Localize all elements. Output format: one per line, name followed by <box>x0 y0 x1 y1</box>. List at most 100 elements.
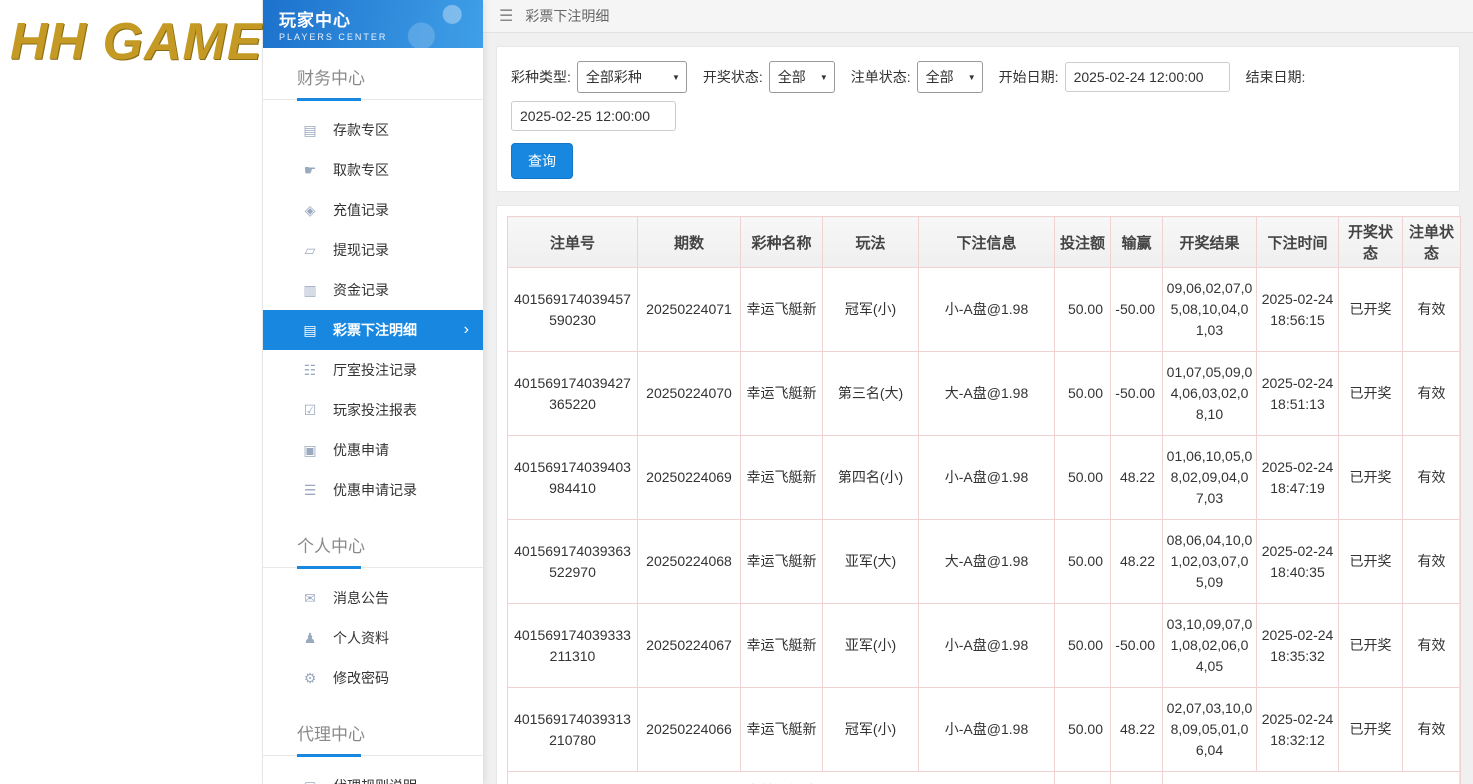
sidebar-item-label: 消息公告 <box>333 588 389 608</box>
cell-bet-info: 小-A盘@1.98 <box>919 604 1055 688</box>
sidebar-item-lottery-bet-details[interactable]: ▤ 彩票下注明细 › <box>263 310 483 350</box>
section-title-agent: 代理中心 <box>263 704 483 756</box>
cell-bet-no: 401569174039313210780 <box>508 688 638 772</box>
sidebar-item-label: 取款专区 <box>333 160 389 180</box>
cell-amount: 50.00 <box>1055 352 1111 436</box>
th-draw-status: 开奖状态 <box>1339 217 1403 268</box>
cell-result: 09,06,02,07,05,08,10,04,01,03 <box>1163 268 1257 352</box>
sidebar-item-label: 资金记录 <box>333 280 389 300</box>
cell-result: 08,06,04,10,01,02,03,07,05,09 <box>1163 520 1257 604</box>
th-bet-info: 下注信息 <box>919 217 1055 268</box>
section-title-personal: 个人中心 <box>263 516 483 568</box>
main-content: ☰ 彩票下注明细 彩种类型: 全部彩种 ▼ 开奖状态: 全部 ▼ 注单状态: <box>483 0 1473 784</box>
cell-draw-status: 已开奖 <box>1339 604 1403 688</box>
cell-bet-time: 2025-02-24 18:51:13 <box>1257 352 1339 436</box>
th-amount: 投注额 <box>1055 217 1111 268</box>
cell-bet-status: 有效 <box>1403 352 1461 436</box>
th-win-loss: 输赢 <box>1111 217 1163 268</box>
th-play: 玩法 <box>823 217 919 268</box>
th-bet-time: 下注时间 <box>1257 217 1339 268</box>
filter-bar: 彩种类型: 全部彩种 ▼ 开奖状态: 全部 ▼ 注单状态: 全部 ▼ <box>496 46 1460 192</box>
cell-play: 冠军(小) <box>823 268 919 352</box>
cell-lottery-name: 幸运飞艇新 <box>741 352 823 436</box>
cell-period: 20250224070 <box>638 352 741 436</box>
cell-play: 亚军(大) <box>823 520 919 604</box>
cell-bet-info: 小-A盘@1.98 <box>919 268 1055 352</box>
bet-status-select[interactable]: 全部 ▼ <box>917 61 983 93</box>
cell-result: 01,07,05,09,04,06,03,02,08,10 <box>1163 352 1257 436</box>
cell-bet-status: 有效 <box>1403 436 1461 520</box>
menu-toggle-icon[interactable]: ☰ <box>499 6 513 26</box>
summary-empty <box>1163 772 1461 784</box>
sidebar-item-recharge-records[interactable]: ◈ 充值记录 <box>263 190 483 230</box>
table-row: 401569174039313210780 20250224066 幸运飞艇新 … <box>508 688 1461 772</box>
cell-play: 第四名(小) <box>823 436 919 520</box>
sidebar-item-room-bet-records[interactable]: ☷ 厅室投注记录 <box>263 350 483 390</box>
sidebar-item-change-password[interactable]: ⚙ 修改密码 <box>263 658 483 698</box>
sidebar-item-withdrawal-records[interactable]: ▱ 提现记录 <box>263 230 483 270</box>
lottery-type-label: 彩种类型: <box>511 67 571 87</box>
cell-bet-status: 有效 <box>1403 604 1461 688</box>
cell-bet-time: 2025-02-24 18:32:12 <box>1257 688 1339 772</box>
sidebar-item-funds-records[interactable]: ▥ 资金记录 <box>263 270 483 310</box>
sidebar-item-profile[interactable]: ♟ 个人资料 <box>263 618 483 658</box>
sidebar-item-deposit[interactable]: ▤ 存款专区 <box>263 110 483 150</box>
sidebar-item-promo-apply[interactable]: ▣ 优惠申请 <box>263 430 483 470</box>
table-row: 401569174039457590230 20250224071 幸运飞艇新 … <box>508 268 1461 352</box>
table-row: 401569174039403984410 20250224069 幸运飞艇新 … <box>508 436 1461 520</box>
sidebar-item-label: 优惠申请 <box>333 440 389 460</box>
search-button[interactable]: 查询 <box>511 143 573 179</box>
cell-amount: 50.00 <box>1055 268 1111 352</box>
withdraw-icon: ☛ <box>301 162 319 179</box>
draw-status-value: 全部 <box>778 67 806 87</box>
profile-icon: ♟ <box>301 630 319 647</box>
cell-bet-time: 2025-02-24 18:56:15 <box>1257 268 1339 352</box>
cell-period: 20250224067 <box>638 604 741 688</box>
deposit-icon: ▤ <box>301 122 319 139</box>
cell-win-loss: -50.00 <box>1111 604 1163 688</box>
table-row: 401569174039427365220 20250224070 幸运飞艇新 … <box>508 352 1461 436</box>
th-lottery-name: 彩种名称 <box>741 217 823 268</box>
cell-bet-info: 大-A盘@1.98 <box>919 352 1055 436</box>
cell-lottery-name: 幸运飞艇新 <box>741 604 823 688</box>
end-date-input[interactable] <box>511 101 676 131</box>
draw-status-select[interactable]: 全部 ▼ <box>769 61 835 93</box>
sidebar-item-messages[interactable]: ✉ 消息公告 <box>263 578 483 618</box>
cell-result: 01,06,10,05,08,02,09,04,07,03 <box>1163 436 1257 520</box>
th-bet-status: 注单状态 <box>1403 217 1461 268</box>
end-date-label: 结束日期: <box>1246 67 1306 87</box>
logo-area: HH GAME <box>0 0 263 784</box>
cell-bet-no: 401569174039427365220 <box>508 352 638 436</box>
sidebar-item-withdraw[interactable]: ☛ 取款专区 <box>263 150 483 190</box>
message-bell-icon: ✉ <box>301 590 319 607</box>
player-bet-report-icon: ☑ <box>301 402 319 419</box>
page-root: HH GAME 玩家中心 PLAYERS CENTER 财务中心 ▤ 存款专区 … <box>0 0 1473 784</box>
sidebar-item-label: 充值记录 <box>333 200 389 220</box>
sidebar-item-label: 个人资料 <box>333 628 389 648</box>
summary-amount: 300.00 <box>1055 772 1111 784</box>
bet-records-table: 注单号 期数 彩种名称 玩法 下注信息 投注额 输赢 开奖结果 下注时间 开奖状… <box>507 216 1461 784</box>
cell-draw-status: 已开奖 <box>1339 688 1403 772</box>
sidebar-item-promo-apply-records[interactable]: ☰ 优惠申请记录 <box>263 470 483 510</box>
th-result: 开奖结果 <box>1163 217 1257 268</box>
cell-bet-info: 大-A盘@1.98 <box>919 520 1055 604</box>
start-date-label: 开始日期: <box>999 67 1059 87</box>
sidebar-section-personal: 个人中心 ✉ 消息公告 ♟ 个人资料 ⚙ 修改密码 <box>263 516 483 704</box>
sidebar-item-label: 优惠申请记录 <box>333 480 417 500</box>
cell-bet-status: 有效 <box>1403 268 1461 352</box>
sidebar-item-agent-rules[interactable]: ▢ 代理规则说明 <box>263 766 483 784</box>
cell-amount: 50.00 <box>1055 436 1111 520</box>
cell-bet-time: 2025-02-24 18:47:19 <box>1257 436 1339 520</box>
sidebar-header: 玩家中心 PLAYERS CENTER <box>263 0 483 48</box>
summary-win-loss: -5.35 <box>1111 772 1163 784</box>
cell-period: 20250224069 <box>638 436 741 520</box>
lottery-type-value: 全部彩种 <box>586 67 642 87</box>
cell-lottery-name: 幸运飞艇新 <box>741 520 823 604</box>
sidebar-item-player-bet-report[interactable]: ☑ 玩家投注报表 <box>263 390 483 430</box>
start-date-input[interactable] <box>1065 62 1230 92</box>
sidebar-item-label: 提现记录 <box>333 240 389 260</box>
sidebar: 玩家中心 PLAYERS CENTER 财务中心 ▤ 存款专区 ☛ 取款专区 ◈… <box>263 0 483 784</box>
withdrawal-record-icon: ▱ <box>301 242 319 259</box>
room-bet-record-icon: ☷ <box>301 362 319 379</box>
lottery-type-select[interactable]: 全部彩种 ▼ <box>577 61 687 93</box>
